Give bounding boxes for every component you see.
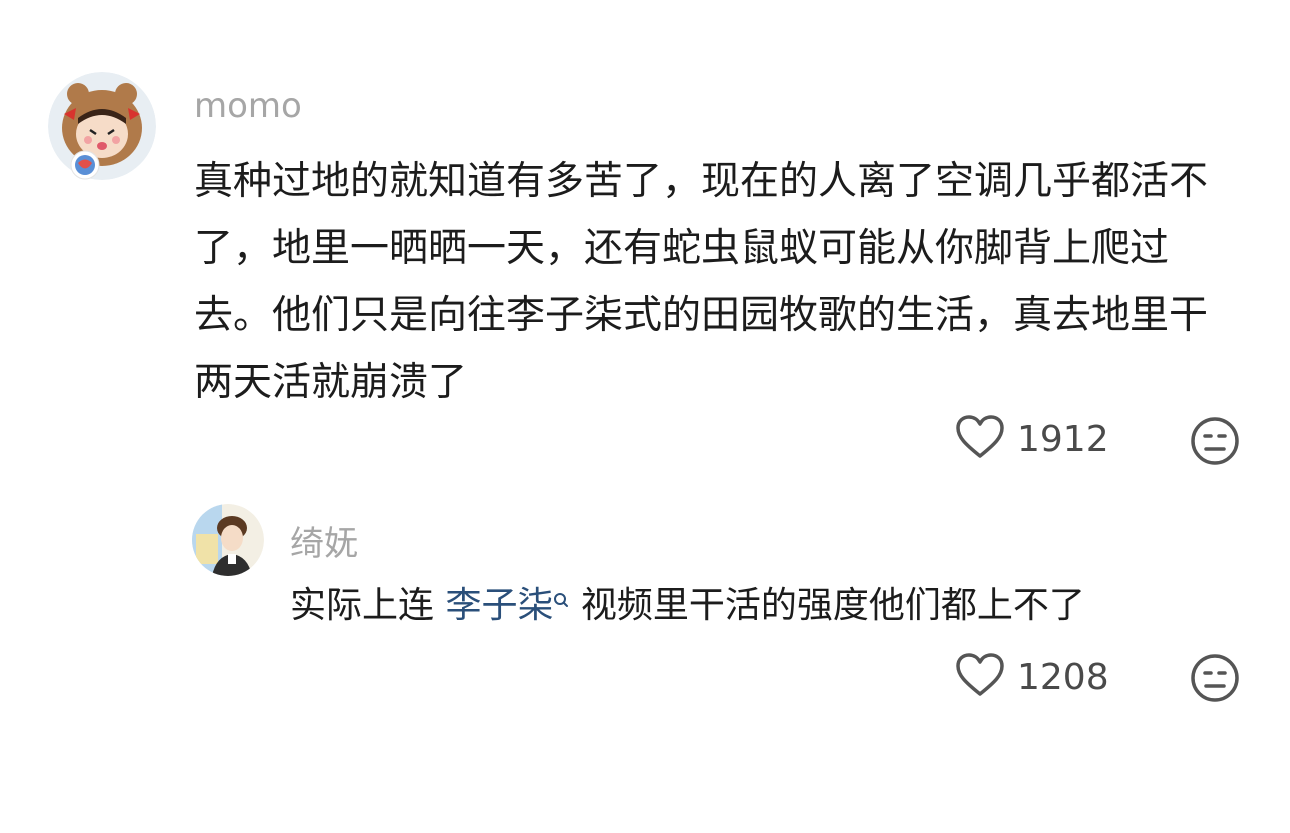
mention-link[interactable]: 李子柒 — [445, 585, 569, 626]
comment-text-before: 实际上连 — [290, 585, 446, 626]
avatar[interactable] — [192, 504, 264, 576]
comment-text-after: 视频里干活的强度他们都上不了 — [569, 585, 1085, 626]
dislike-button[interactable] — [1190, 653, 1240, 707]
avatar-badge — [70, 150, 100, 180]
comment-text: 实际上连 李子柒 视频里干活的强度他们都上不了 — [290, 580, 1250, 632]
like-count: 1912 — [1017, 418, 1109, 460]
like-button[interactable]: 1912 — [955, 414, 1109, 464]
dislike-button[interactable] — [1190, 416, 1240, 470]
mention-text: 李子柒 — [445, 585, 554, 626]
username[interactable]: momo — [194, 86, 302, 126]
username[interactable]: 绮妩 — [290, 516, 358, 565]
search-icon — [553, 576, 569, 628]
heart-outline-icon — [955, 652, 1005, 702]
unamused-face-icon — [1190, 417, 1240, 470]
unamused-face-icon — [1190, 654, 1240, 707]
like-button[interactable]: 1208 — [955, 652, 1109, 702]
avatar[interactable] — [48, 72, 156, 180]
like-count: 1208 — [1017, 656, 1109, 698]
comment-text: 真种过地的就知道有多苦了，现在的人离了空调几乎都活不了，地里一晒晒一天，还有蛇虫… — [194, 159, 1209, 405]
heart-outline-icon — [955, 414, 1005, 464]
